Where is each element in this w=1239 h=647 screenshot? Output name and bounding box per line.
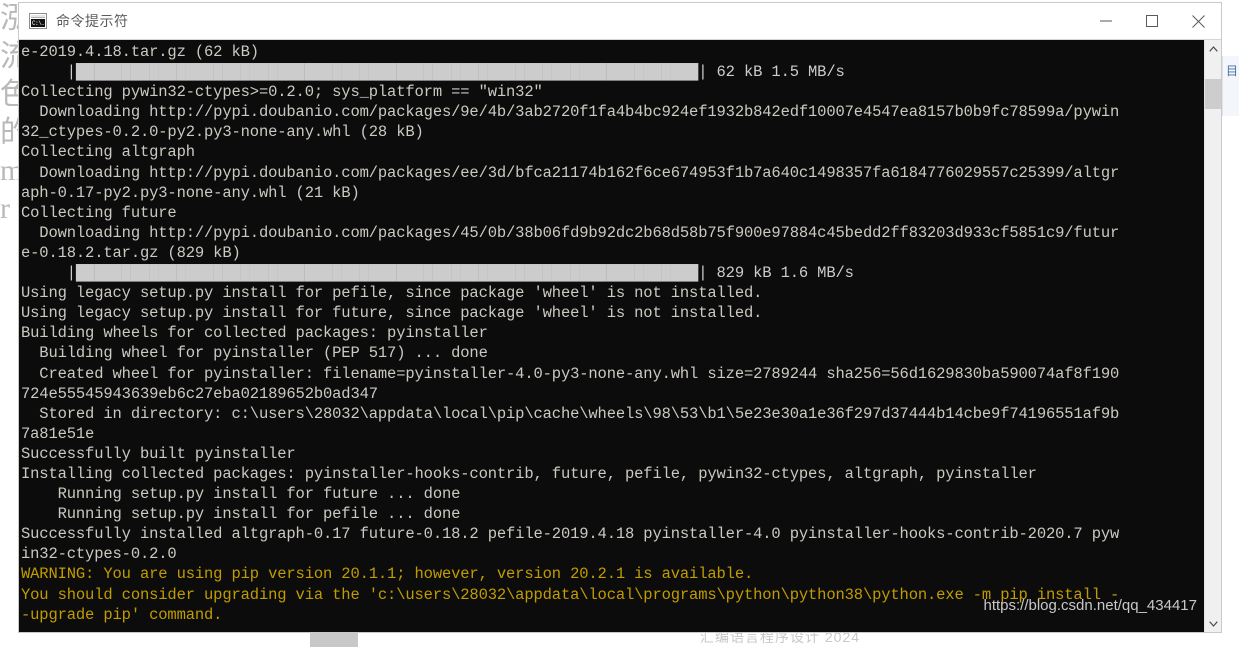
minimize-button[interactable] <box>1083 3 1129 39</box>
console-line: Installing collected packages: pyinstall… <box>21 464 1037 483</box>
command-prompt-window: C:\. 命令提示符 e-2019.4.18.tar.gz (62 kB) |█… <box>18 2 1222 633</box>
window-client-area: e-2019.4.18.tar.gz (62 kB) |████████████… <box>19 39 1221 632</box>
console-line: |███████████████████████████████████████… <box>21 264 854 283</box>
maximize-button[interactable] <box>1129 3 1175 39</box>
console-line: e-0.18.2.tar.gz (829 kB) <box>21 243 241 262</box>
console-line: Successfully built pyinstaller <box>21 444 296 463</box>
console-line: Collecting pywin32-ctypes>=0.2.0; sys_pl… <box>21 83 543 102</box>
console-line: 7a81e51e <box>21 424 95 443</box>
console-line: Collecting future <box>21 203 177 222</box>
console-scrollbar[interactable] <box>1204 40 1221 632</box>
console-line: 724e55545943639eb6c27eba02189652b0ad347 <box>21 384 378 403</box>
scroll-up-arrow-icon[interactable] <box>1205 40 1221 57</box>
console-line: Created wheel for pyinstaller: filename=… <box>21 364 1120 383</box>
console-line: Building wheels for collected packages: … <box>21 324 488 343</box>
console-line: Building wheel for pyinstaller (PEP 517)… <box>21 344 488 363</box>
console-line: |███████████████████████████████████████… <box>21 63 845 82</box>
console-line: Stored in directory: c:\users\28032\appd… <box>21 404 1120 423</box>
background-right-panel-glyph: 目 <box>1226 64 1239 78</box>
window-controls <box>1083 3 1221 39</box>
cmd-icon[interactable]: C:\. <box>29 13 47 29</box>
console-line: aph-0.17-py2.py3-none-any.whl (21 kB) <box>21 183 360 202</box>
taskbar-thumbnail-chip <box>310 632 358 647</box>
console-line: Using legacy setup.py install for pefile… <box>21 284 763 303</box>
console-line: Downloading http://pypi.doubanio.com/pac… <box>21 163 1120 182</box>
scrollbar-thumb[interactable] <box>1205 79 1221 109</box>
cmd-icon-prompt-text: C:\. <box>31 19 45 27</box>
console-line: Running setup.py install for future ... … <box>21 485 461 504</box>
console-line: Using legacy setup.py install for future… <box>21 304 763 323</box>
cmd-icon-titlestrip <box>31 15 45 18</box>
console-line: Downloading http://pypi.doubanio.com/pac… <box>21 103 1120 122</box>
console-line: Downloading http://pypi.doubanio.com/pac… <box>21 223 1120 242</box>
console-line: Collecting altgraph <box>21 143 195 162</box>
close-button[interactable] <box>1175 3 1221 39</box>
scrollbar-track[interactable] <box>1205 57 1221 615</box>
desktop-background: 泓流色的mr 汇编语言程序设计 2024 目 C:\. 命令提示符 e-2019… <box>0 0 1239 647</box>
console-line: WARNING: You are using pip version 20.1.… <box>21 565 754 584</box>
window-title: 命令提示符 <box>56 13 129 29</box>
console-output[interactable]: e-2019.4.18.tar.gz (62 kB) |████████████… <box>19 40 1204 632</box>
console-line: e-2019.4.18.tar.gz (62 kB) <box>21 43 259 61</box>
console-line: Running setup.py install for pefile ... … <box>21 505 461 524</box>
scroll-down-arrow-icon[interactable] <box>1205 615 1221 632</box>
console-line: You should consider upgrading via the 'c… <box>21 585 1120 604</box>
console-line: in32-ctypes-0.2.0 <box>21 545 177 564</box>
window-titlebar[interactable]: C:\. 命令提示符 <box>19 3 1221 39</box>
console-line: Successfully installed altgraph-0.17 fut… <box>21 525 1120 544</box>
console-line: 32_ctypes-0.2.0-py2.py3-none-any.whl (28… <box>21 123 424 142</box>
console-line: -upgrade pip' command. <box>21 605 223 624</box>
